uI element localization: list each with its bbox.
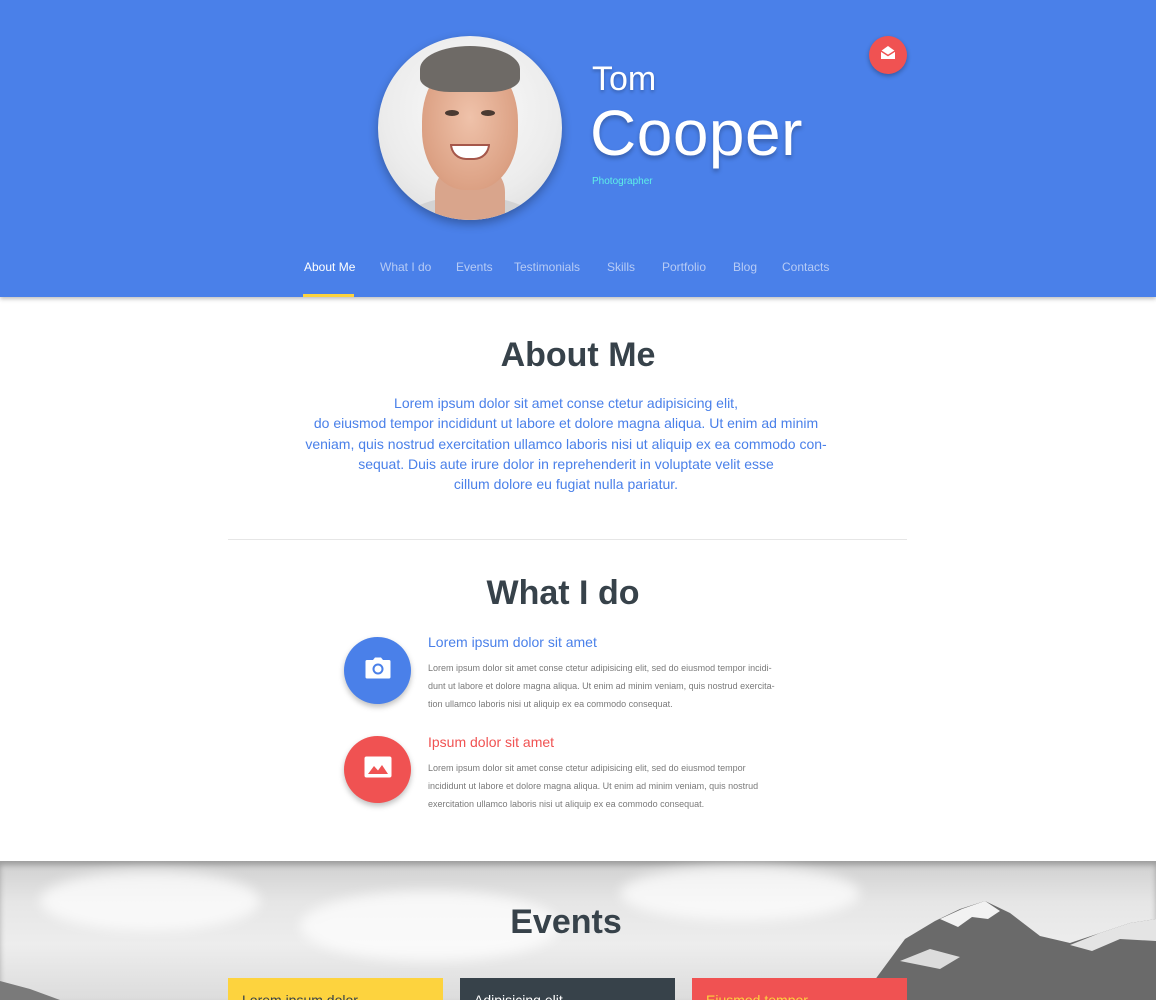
about-line: Lorem ipsum dolor sit amet conse ctetur …	[394, 395, 738, 411]
section-divider	[228, 539, 907, 540]
about-text: Lorem ipsum dolor sit amet conse ctetur …	[296, 393, 836, 494]
about-line: sequat. Duis aute irure dolor in reprehe…	[358, 455, 774, 472]
nav-item-events[interactable]: Events	[456, 260, 493, 274]
event-card[interactable]: Adipisicing elit	[460, 978, 675, 1000]
avatar-hair	[420, 46, 520, 92]
nav-item-skills[interactable]: Skills	[607, 260, 635, 274]
profile-last-name: Cooper	[590, 97, 803, 169]
service-description-line: incididunt ut labore et dolore magna ali…	[428, 781, 759, 791]
what-i-do-title: What I do	[486, 574, 640, 612]
service-description-line: exercitation ullamco laboris nisi ut ali…	[428, 799, 705, 809]
avatar-eye	[481, 110, 495, 116]
nav-item-blog[interactable]: Blog	[733, 260, 757, 274]
nav-item-about-me[interactable]: About Me	[304, 260, 355, 274]
main-nav: About Me What I do Events Testimonials S…	[0, 250, 1156, 297]
about-title: About Me	[500, 336, 656, 374]
nav-active-indicator	[303, 294, 354, 297]
nav-item-portfolio[interactable]: Portfolio	[662, 260, 706, 274]
about-line: do eiusmod tempor incididunt ut labore e…	[313, 415, 819, 432]
nav-item-what-i-do[interactable]: What I do	[380, 260, 431, 274]
service-icon-button	[344, 736, 411, 803]
profile-role: Photographer	[592, 176, 653, 187]
profile-header: Tom Cooper Photographer About Me What I …	[0, 0, 1156, 297]
about-line: veniam, quis nostrud exercitation ullamc…	[305, 435, 827, 452]
nav-item-contacts[interactable]: Contacts	[782, 260, 829, 274]
about-line: cillum dolore eu fugiat nulla pariatur.	[453, 476, 679, 493]
service-title: Lorem ipsum dolor sit amet	[428, 634, 597, 650]
service-icon-button	[344, 637, 411, 704]
service-description-line: tion ullamco laboris nisi ut aliquip ex …	[428, 699, 673, 709]
profile-first-name: Tom	[592, 60, 657, 98]
events-title: Events	[510, 903, 622, 941]
service-description: Lorem ipsum dolor sit amet conse ctetur …	[428, 659, 798, 713]
profile-avatar	[378, 36, 562, 220]
service-description: Lorem ipsum dolor sit amet conse ctetur …	[428, 759, 798, 813]
service-description-line: dunt ut labore et dolore magna aliqua. U…	[428, 681, 775, 691]
service-title: Ipsum dolor sit amet	[428, 734, 555, 750]
envelope-open-icon	[879, 44, 897, 67]
avatar-eye	[445, 110, 459, 116]
nav-item-testimonials[interactable]: Testimonials	[514, 260, 580, 274]
mail-button[interactable]	[869, 36, 907, 74]
image-icon	[364, 756, 392, 783]
camera-icon	[365, 657, 391, 684]
event-card[interactable]: Eiusmod tempor	[692, 978, 907, 1000]
event-card[interactable]: Lorem ipsum dolor	[228, 978, 443, 1000]
service-description-line: Lorem ipsum dolor sit amet conse ctetur …	[428, 663, 772, 673]
service-description-line: Lorem ipsum dolor sit amet conse ctetur …	[428, 763, 746, 773]
